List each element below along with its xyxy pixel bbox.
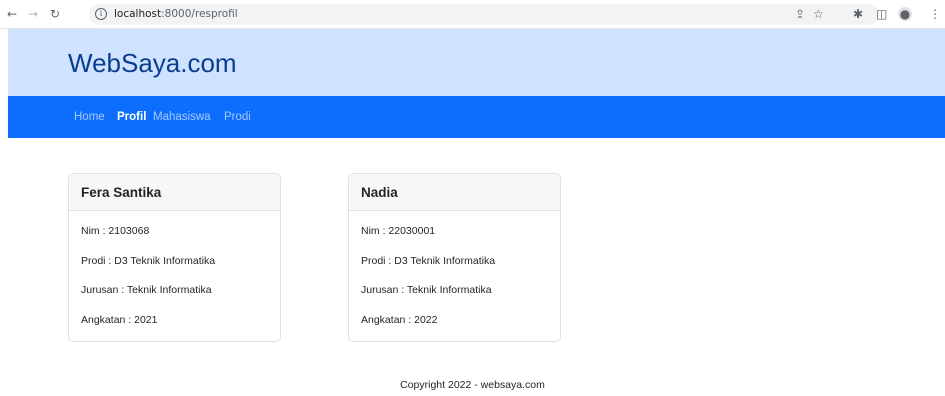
forward-icon[interactable]: → (26, 7, 40, 21)
card-body: Nim : 22030001 Prodi : D3 Teknik Informa… (349, 211, 560, 327)
back-icon[interactable]: ← (5, 7, 19, 21)
browser-toolbar: ← → ↻ i localhost:8000/resprofil ⇪ ☆ ✱ ◫… (0, 0, 945, 29)
card-title: Fera Santika (69, 174, 280, 211)
nav-item-mahasiswa[interactable]: Mahasiswa (153, 110, 211, 124)
nim-text: Nim : 22030001 (361, 225, 436, 237)
url-text[interactable]: localhost:8000/resprofil (114, 7, 238, 22)
site-header: WebSaya.com (8, 29, 945, 96)
card-body: Nim : 2103068 Prodi : D3 Teknik Informat… (69, 211, 280, 327)
profile-card: Nadia Nim : 22030001 Prodi : D3 Teknik I… (348, 173, 561, 342)
nav-item-home[interactable]: Home (74, 110, 105, 124)
card-title: Nadia (349, 174, 560, 211)
nim-text: Nim : 2103068 (81, 225, 150, 237)
main-navbar: Home Profil Mahasiswa Prodi (8, 96, 945, 138)
menu-icon[interactable]: ⋮ (929, 7, 941, 21)
info-icon[interactable]: i (95, 8, 107, 20)
nav-item-profil[interactable]: Profil (117, 110, 146, 124)
reload-icon[interactable]: ↻ (48, 7, 62, 21)
angkatan-text: Angkatan : 2021 (81, 313, 158, 326)
sidebar-icon[interactable]: ◫ (876, 7, 887, 21)
prodi-text: Prodi : D3 Teknik Informatika (361, 254, 496, 267)
share-icon[interactable]: ⇪ (795, 7, 805, 21)
jurusan-text: Jurusan : Teknik Informatika (361, 284, 492, 297)
brand-title[interactable]: WebSaya.com (68, 47, 237, 79)
nav-item-prodi[interactable]: Prodi (224, 110, 251, 124)
profile-card: Fera Santika Nim : 2103068 Prodi : D3 Te… (68, 173, 281, 342)
profile-icon[interactable]: ● (898, 7, 912, 21)
extensions-icon[interactable]: ✱ (853, 7, 863, 21)
angkatan-text: Angkatan : 2022 (361, 313, 438, 326)
star-icon[interactable]: ☆ (813, 7, 824, 21)
jurusan-text: Jurusan : Teknik Informatika (81, 284, 212, 297)
footer-copyright: Copyright 2022 - websaya.com (400, 379, 545, 391)
prodi-text: Prodi : D3 Teknik Informatika (81, 254, 216, 267)
address-bar[interactable]: i localhost:8000/resprofil (89, 4, 879, 25)
